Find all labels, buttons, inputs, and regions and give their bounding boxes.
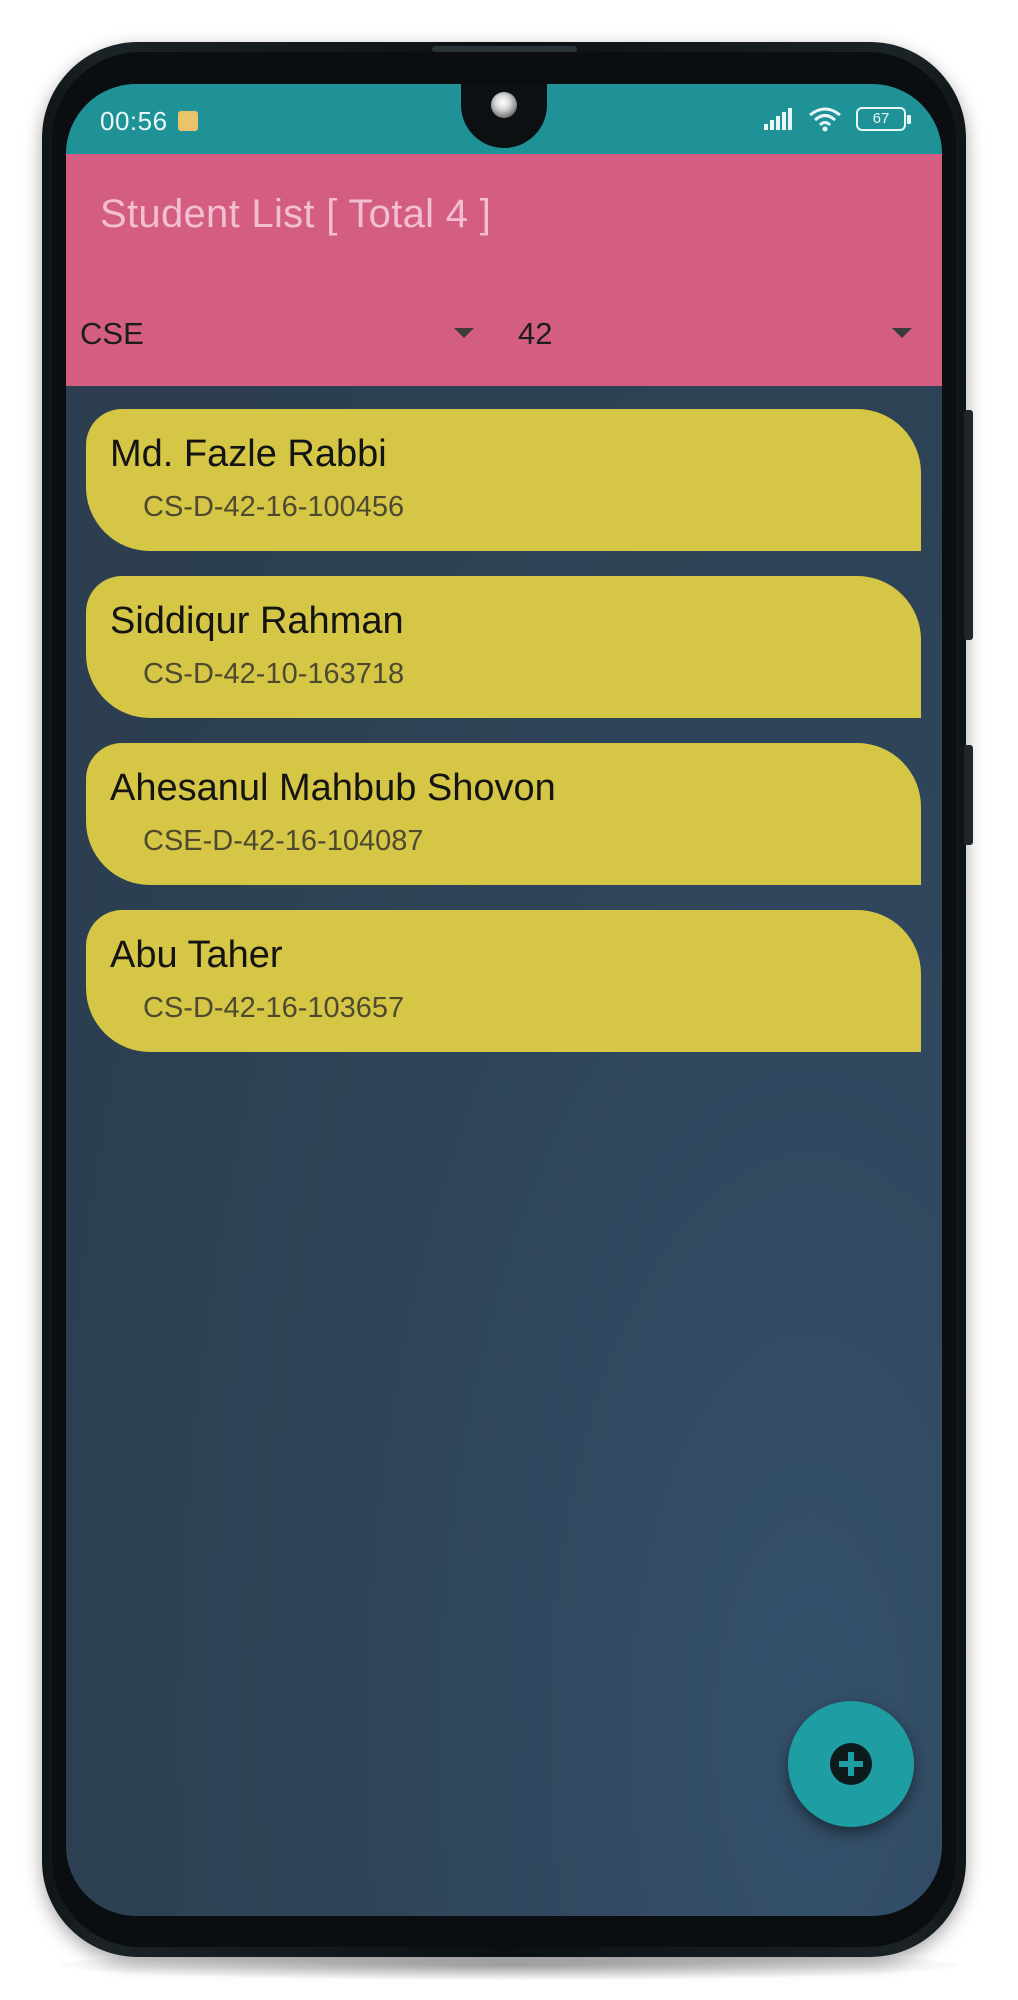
battery-icon: 67	[856, 107, 911, 131]
phone-screen: 00:56 67 Student List [Total 4] CSE 42…	[66, 84, 942, 1916]
add-student-button[interactable]	[788, 1701, 914, 1827]
department-dropdown[interactable]: CSE	[80, 304, 490, 364]
student-name: Abu Taher	[110, 934, 283, 976]
student-id: CS-D-42-10-163718	[143, 658, 405, 690]
student-id: CS-D-42-16-100456	[143, 491, 405, 523]
wifi-icon	[809, 107, 841, 132]
battery-level: 67	[872, 110, 890, 127]
chevron-down-icon	[454, 328, 474, 338]
chevron-down-icon	[892, 328, 912, 338]
student-name: Ahesanul Mahbub Shovon	[110, 767, 556, 809]
student-name: Md. Fazle Rabbi	[110, 433, 387, 475]
power-button	[964, 745, 973, 845]
stage: 00:56 67 Student List [Total 4] CSE 42…	[0, 0, 1018, 2000]
signal-icon	[764, 108, 792, 130]
student-list: Md. Fazle Rabbi CS-D-42-16-100456 Siddiq…	[86, 409, 921, 1077]
batch-dropdown-value: 42	[518, 316, 553, 351]
page-title: Student List [ Total 4 ]	[100, 192, 492, 236]
student-id: CS-D-42-16-103657	[143, 992, 405, 1024]
status-icons: 67	[764, 104, 911, 134]
notification-icon	[178, 111, 198, 131]
student-card[interactable]: Md. Fazle Rabbi CS-D-42-16-100456	[86, 409, 921, 551]
add-icon-bar-vertical	[848, 1752, 854, 1776]
student-card[interactable]: Ahesanul Mahbub Shovon CSE-D-42-16-10408…	[86, 743, 921, 885]
batch-dropdown[interactable]: 42	[518, 304, 928, 364]
status-time: 00:56	[100, 106, 168, 136]
student-name: Siddiqur Rahman	[110, 600, 404, 642]
speaker-grille	[432, 46, 577, 52]
department-dropdown-value: CSE	[80, 316, 144, 351]
add-icon	[830, 1743, 872, 1785]
volume-button	[964, 410, 973, 640]
front-camera	[491, 92, 517, 118]
student-card[interactable]: Abu Taher CS-D-42-16-103657	[86, 910, 921, 1052]
battery-tip	[907, 115, 911, 124]
student-card[interactable]: Siddiqur Rahman CS-D-42-10-163718	[86, 576, 921, 718]
student-id: CSE-D-42-16-104087	[143, 825, 424, 857]
app-bar: Student List [ Total 4 ] CSE 42	[66, 154, 942, 386]
